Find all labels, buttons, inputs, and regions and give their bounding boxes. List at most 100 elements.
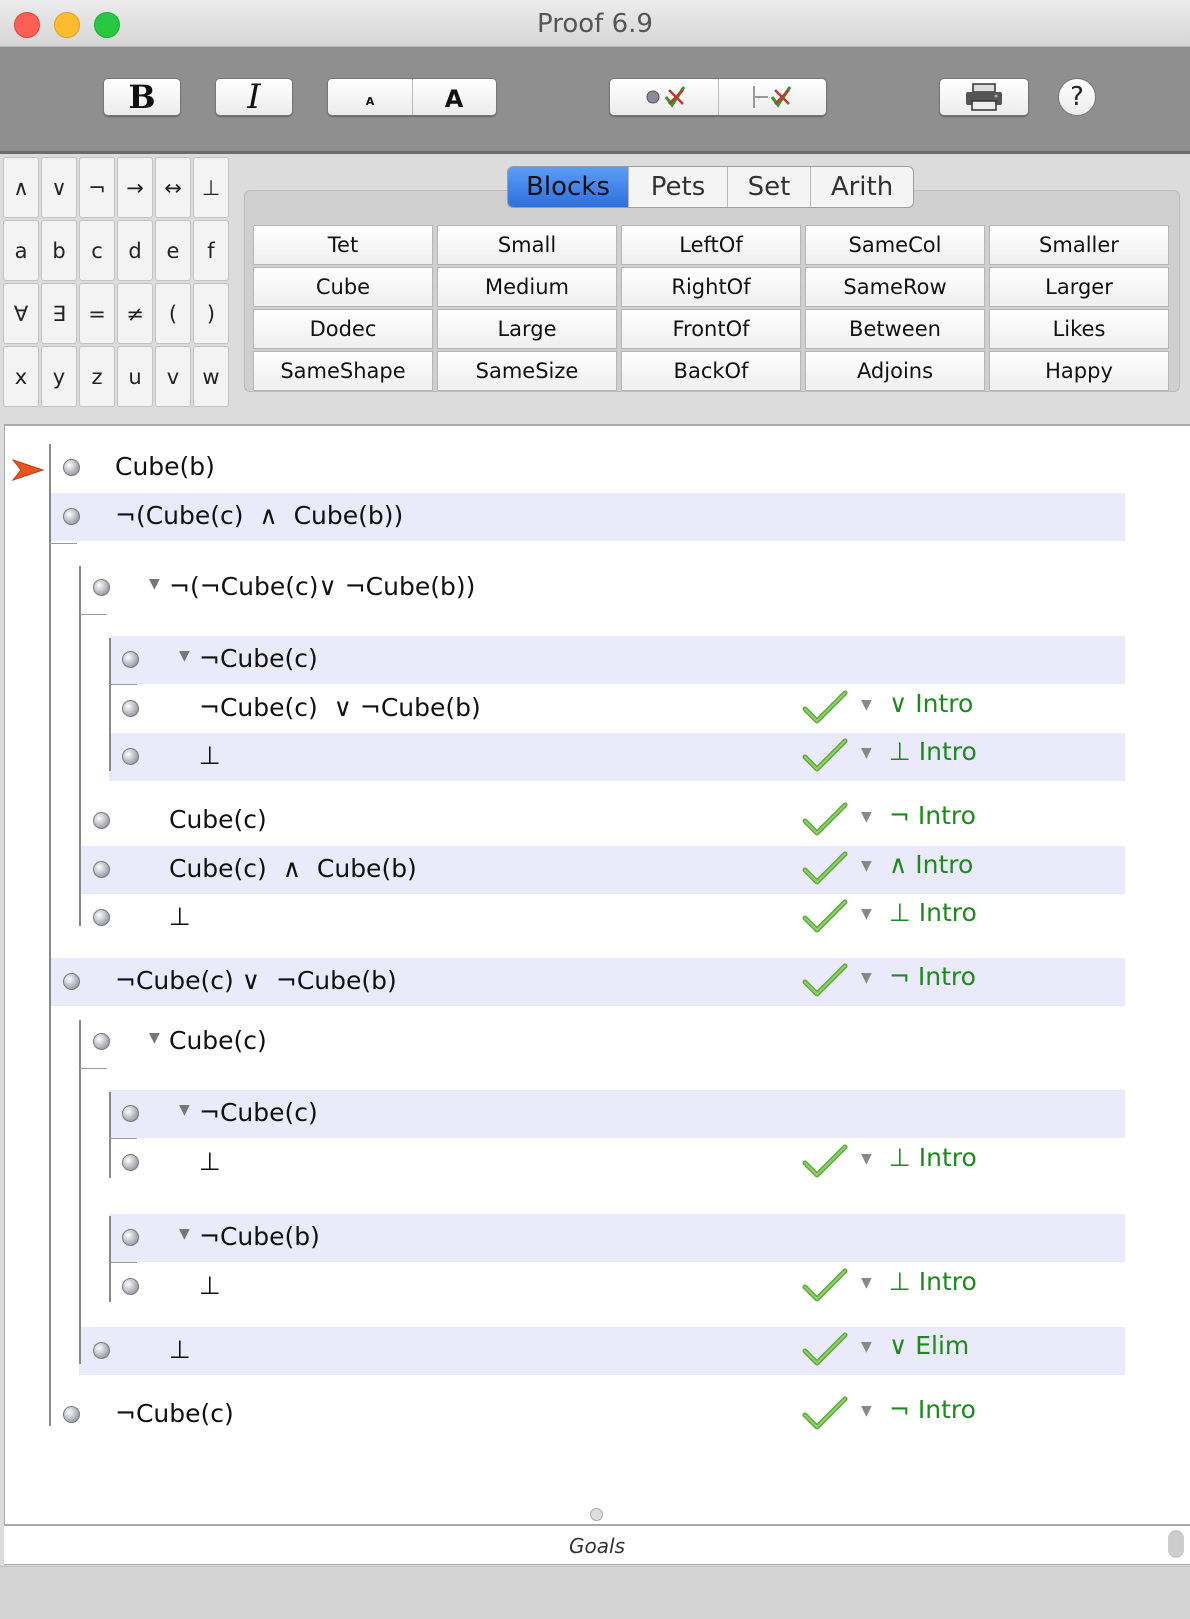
rule-menu-icon[interactable]: ▼ xyxy=(861,1403,872,1419)
rule-label[interactable]: ∨ Elim xyxy=(889,1331,969,1360)
verify-step-button[interactable] xyxy=(611,79,718,115)
proof-sentence[interactable]: ⊥ xyxy=(169,1335,191,1364)
key-left-paren[interactable]: ( xyxy=(155,283,191,344)
proof-sentence[interactable]: ⊥ xyxy=(199,1271,221,1300)
step-bullet-icon[interactable] xyxy=(63,973,80,990)
key-b[interactable]: b xyxy=(41,220,77,281)
bold-button[interactable]: B xyxy=(103,78,181,116)
key-w[interactable]: w xyxy=(193,346,229,407)
rule-label[interactable]: ¬ Intro xyxy=(889,962,976,991)
key-implies[interactable]: → xyxy=(117,157,153,218)
proof-sentence[interactable]: ¬Cube(c) xyxy=(115,1399,234,1428)
collapse-subproof-icon[interactable]: ▼ xyxy=(149,1030,160,1046)
step-bullet-icon[interactable] xyxy=(122,700,139,717)
collapse-subproof-icon[interactable]: ▼ xyxy=(179,1226,190,1242)
print-button[interactable] xyxy=(939,78,1029,116)
rule-label[interactable]: ⊥ Intro xyxy=(889,737,977,766)
predicate-leftof-button[interactable]: LeftOf xyxy=(621,225,801,265)
key-y[interactable]: y xyxy=(41,346,77,407)
key-iff[interactable]: ↔ xyxy=(155,157,191,218)
key-right-paren[interactable]: ) xyxy=(193,283,229,344)
predicate-larger-button[interactable]: Larger xyxy=(989,267,1169,307)
collapse-subproof-icon[interactable]: ▼ xyxy=(179,648,190,664)
step-bullet-icon[interactable] xyxy=(93,861,110,878)
collapse-subproof-icon[interactable]: ▼ xyxy=(149,576,160,592)
predicate-sameshape-button[interactable]: SameShape xyxy=(253,351,433,391)
predicate-smaller-button[interactable]: Smaller xyxy=(989,225,1169,265)
help-button[interactable]: ? xyxy=(1058,78,1096,116)
increase-font-button[interactable]: A xyxy=(413,79,496,115)
rule-menu-icon[interactable]: ▼ xyxy=(861,809,872,825)
key-d[interactable]: d xyxy=(117,220,153,281)
rule-label[interactable]: ∧ Intro xyxy=(889,850,973,879)
step-bullet-icon[interactable] xyxy=(122,1105,139,1122)
key-exists[interactable]: ∃ xyxy=(41,283,77,344)
rule-menu-icon[interactable]: ▼ xyxy=(861,697,872,713)
tab-set[interactable]: Set xyxy=(727,167,810,207)
predicate-adjoins-button[interactable]: Adjoins xyxy=(805,351,985,391)
step-bullet-icon[interactable] xyxy=(93,1033,110,1050)
proof-sentence[interactable]: ⊥ xyxy=(169,902,191,931)
rule-menu-icon[interactable]: ▼ xyxy=(861,1275,872,1291)
proof-sentence[interactable]: ¬Cube(b) xyxy=(199,1222,320,1251)
predicate-samesize-button[interactable]: SameSize xyxy=(437,351,617,391)
tab-blocks[interactable]: Blocks xyxy=(508,167,628,207)
rule-menu-icon[interactable]: ▼ xyxy=(861,906,872,922)
step-bullet-icon[interactable] xyxy=(122,1229,139,1246)
key-c[interactable]: c xyxy=(79,220,115,281)
collapse-subproof-icon[interactable]: ▼ xyxy=(179,1102,190,1118)
key-v[interactable]: v xyxy=(155,346,191,407)
step-bullet-icon[interactable] xyxy=(122,1154,139,1171)
step-bullet-icon[interactable] xyxy=(93,1342,110,1359)
split-handle[interactable] xyxy=(590,1508,603,1521)
predicate-rightof-button[interactable]: RightOf xyxy=(621,267,801,307)
key-z[interactable]: z xyxy=(79,346,115,407)
key-x[interactable]: x xyxy=(3,346,39,407)
rule-label[interactable]: ⊥ Intro xyxy=(889,898,977,927)
proof-sentence[interactable]: Cube(b) xyxy=(115,452,215,481)
tab-arith[interactable]: Arith xyxy=(810,167,913,207)
proof-sentence[interactable]: ¬Cube(c) xyxy=(199,1098,318,1127)
rule-label[interactable]: ∨ Intro xyxy=(889,689,973,718)
step-bullet-icon[interactable] xyxy=(93,579,110,596)
proof-sentence[interactable]: ¬Cube(c) xyxy=(199,644,318,673)
rule-label[interactable]: ⊥ Intro xyxy=(889,1267,977,1296)
proof-sentence[interactable]: Cube(c) xyxy=(169,805,267,834)
proof-sentence[interactable]: ¬Cube(c) ∨ ¬Cube(b) xyxy=(199,693,481,722)
tab-pets[interactable]: Pets xyxy=(628,167,727,207)
decrease-font-button[interactable]: A xyxy=(329,79,412,115)
step-bullet-icon[interactable] xyxy=(63,459,80,476)
rule-menu-icon[interactable]: ▼ xyxy=(861,858,872,874)
predicate-frontof-button[interactable]: FrontOf xyxy=(621,309,801,349)
key-not[interactable]: ¬ xyxy=(79,157,115,218)
key-and[interactable]: ∧ xyxy=(3,157,39,218)
predicate-cube-button[interactable]: Cube xyxy=(253,267,433,307)
predicate-backof-button[interactable]: BackOf xyxy=(621,351,801,391)
rule-menu-icon[interactable]: ▼ xyxy=(861,970,872,986)
step-bullet-icon[interactable] xyxy=(122,748,139,765)
key-e[interactable]: e xyxy=(155,220,191,281)
rule-label[interactable]: ⊥ Intro xyxy=(889,1143,977,1172)
proof-sentence[interactable]: ¬(Cube(c) ∧ Cube(b)) xyxy=(115,501,403,530)
goals-scrollbar[interactable] xyxy=(1168,1530,1184,1558)
proof-sentence[interactable]: Cube(c) ∧ Cube(b) xyxy=(169,854,417,883)
predicate-tet-button[interactable]: Tet xyxy=(253,225,433,265)
proof-sentence[interactable]: ⊥ xyxy=(199,741,221,770)
key-f[interactable]: f xyxy=(193,220,229,281)
predicate-dodec-button[interactable]: Dodec xyxy=(253,309,433,349)
key-or[interactable]: ∨ xyxy=(41,157,77,218)
key-contradiction[interactable]: ⊥ xyxy=(193,157,229,218)
predicate-between-button[interactable]: Between xyxy=(805,309,985,349)
rule-menu-icon[interactable]: ▼ xyxy=(861,745,872,761)
proof-sentence[interactable]: ¬Cube(c) ∨ ¬Cube(b) xyxy=(115,966,397,995)
predicate-small-button[interactable]: Small xyxy=(437,225,617,265)
step-bullet-icon[interactable] xyxy=(122,1278,139,1295)
predicate-large-button[interactable]: Large xyxy=(437,309,617,349)
verify-goal-button[interactable] xyxy=(719,79,826,115)
step-bullet-icon[interactable] xyxy=(63,508,80,525)
predicate-happy-button[interactable]: Happy xyxy=(989,351,1169,391)
predicate-samerow-button[interactable]: SameRow xyxy=(805,267,985,307)
proof-sentence[interactable]: ¬(¬Cube(c)∨ ¬Cube(b)) xyxy=(169,572,475,601)
step-bullet-icon[interactable] xyxy=(93,909,110,926)
key-u[interactable]: u xyxy=(117,346,153,407)
